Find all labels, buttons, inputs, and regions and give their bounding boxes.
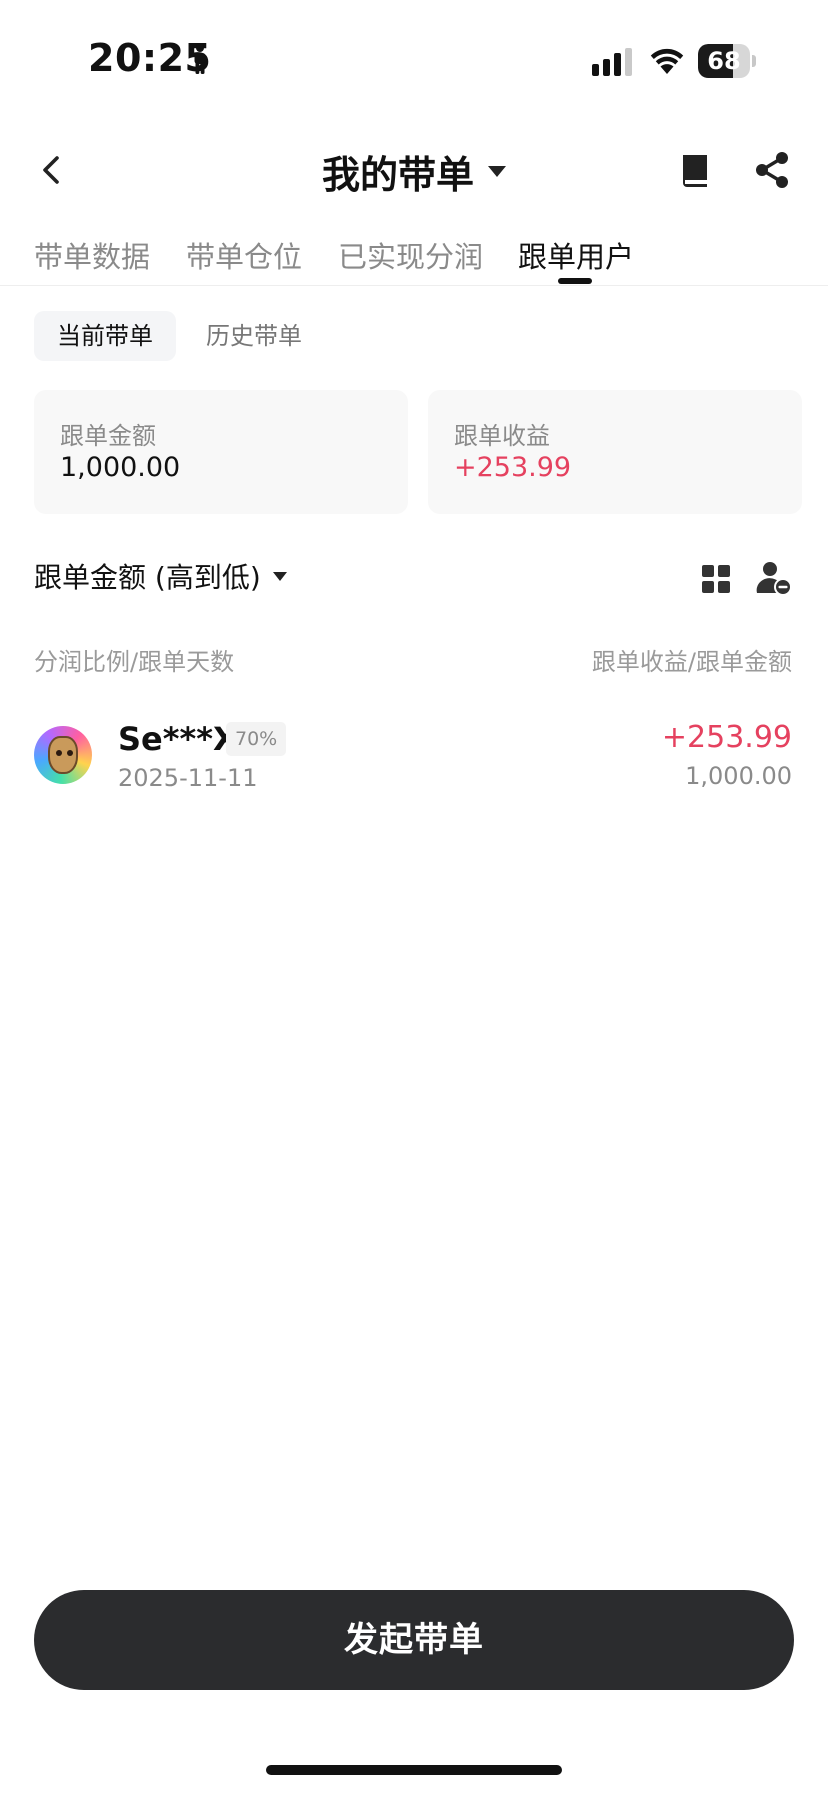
remove-user-icon[interactable]: [756, 560, 792, 596]
sort-dropdown[interactable]: 跟单金额 (高到低): [34, 556, 287, 596]
caret-down-icon: [488, 166, 506, 177]
caret-down-icon: [272, 571, 287, 581]
avatar-eye: [67, 750, 73, 756]
page: 20:25 68 我的带单 带单数据 带单仓位 已实现分润 跟单用户 当前带单 …: [0, 0, 828, 1796]
avatar-face: [48, 736, 78, 774]
profit-label: 跟单收益: [454, 422, 550, 450]
battery-body: 68: [698, 44, 750, 78]
share-icon[interactable]: [750, 148, 794, 192]
amount-label: 跟单金额: [60, 422, 156, 450]
column-header-left: 分润比例/跟单天数: [34, 648, 235, 676]
tab-followers[interactable]: 跟单用户: [518, 234, 634, 276]
column-header-right: 跟单收益/跟单金额: [591, 648, 792, 676]
tab-lead-data[interactable]: 带单数据: [34, 234, 150, 276]
header: 我的带单: [0, 130, 828, 210]
wifi-icon: [650, 48, 684, 74]
amount-value: 1,000.00: [60, 452, 181, 483]
profit-value: +253.99: [454, 452, 572, 483]
grid-view-icon[interactable]: [700, 563, 732, 595]
follower-amount: 1,000.00: [685, 762, 792, 790]
battery-level: 68: [707, 47, 741, 75]
tab-realized-profit-share[interactable]: 已实现分润: [338, 234, 483, 276]
summary-card-amount: 跟单金额 1,000.00: [34, 390, 408, 514]
follower-row[interactable]: Se***X 70% 2025-11-11 +253.99 1,000.00: [0, 710, 828, 810]
subtab-history[interactable]: 历史带单: [206, 311, 302, 361]
profit-share-ratio-badge: 70%: [226, 722, 287, 756]
follower-profit: +253.99: [661, 720, 792, 755]
home-indicator: [266, 1765, 562, 1775]
signal-icon: [592, 48, 632, 76]
avatar-eye: [56, 750, 62, 756]
person-icon: [194, 44, 206, 74]
battery-indicator: 68: [698, 44, 756, 78]
tab-active-indicator: [558, 278, 592, 284]
sort-label: 跟单金额 (高到低): [34, 561, 261, 594]
start-lead-button[interactable]: 发起带单: [34, 1590, 794, 1690]
page-title: 我的带单: [321, 153, 474, 197]
subtab-current[interactable]: 当前带单: [34, 311, 176, 361]
battery-nub: [752, 55, 756, 67]
follow-date: 2025-11-11: [118, 764, 258, 792]
book-icon[interactable]: [674, 150, 716, 192]
tab-bar: 带单数据 带单仓位 已实现分润 跟单用户: [0, 230, 828, 286]
follower-name: Se***X: [118, 720, 238, 758]
avatar: [34, 726, 92, 784]
tab-lead-positions[interactable]: 带单仓位: [186, 234, 302, 276]
status-bar: 20:25 68: [0, 0, 828, 120]
summary-card-profit: 跟单收益 +253.99: [428, 390, 802, 514]
